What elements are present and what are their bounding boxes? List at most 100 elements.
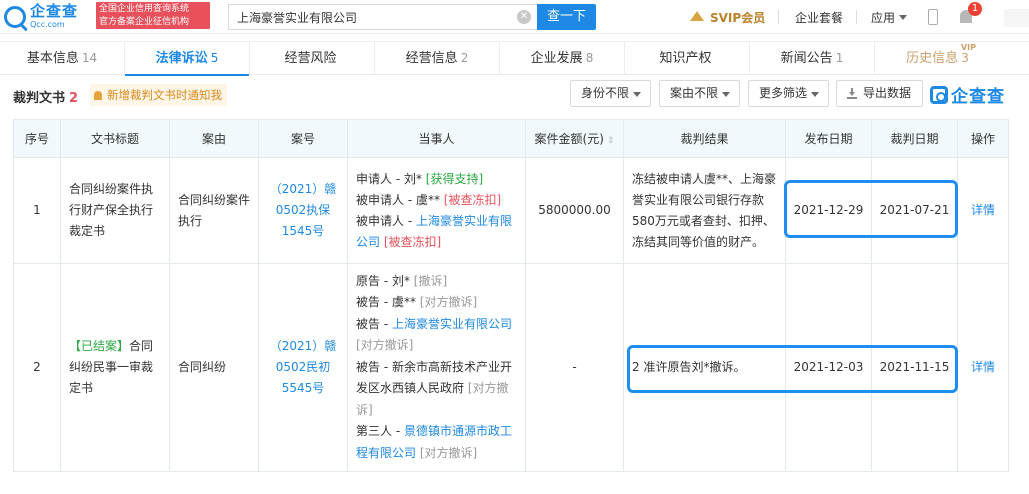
tab-count: 8 [585, 51, 594, 65]
col-header: 序号 [13, 119, 61, 158]
top-bar: 企查查 Qcc.com 全国企业信用查询系统 官方备案企业征信机构 ✕ 查一下 … [0, 0, 1029, 34]
logo-icon [4, 5, 26, 28]
table-row: 1 合同纠纷案件执行财产保全执行裁定书 合同纠纷案件执行 （2021）赣0502… [13, 157, 1009, 264]
divider [778, 10, 779, 24]
judgment-result: 冻结被申请人虞**、上海豪誉实业有限公司银行存款580万元或者查封、扣押、冻结其… [623, 157, 786, 264]
party-role: 被告 - [356, 316, 392, 331]
svip-link[interactable]: SVIP会员 [690, 0, 765, 34]
package-link[interactable]: 企业套餐 [795, 0, 843, 34]
tab-history[interactable]: 历史信息 3 VIP [875, 42, 1000, 75]
clear-icon[interactable]: ✕ [517, 10, 531, 24]
phone-icon[interactable] [928, 9, 938, 25]
tab-business-info[interactable]: 经营信息 2 [375, 42, 500, 75]
filter-label: 更多筛选 [759, 86, 808, 100]
search-button[interactable]: 查一下 [537, 4, 596, 30]
divider [856, 10, 857, 24]
tab-label: 历史信息 [906, 51, 959, 66]
export-label: 导出数据 [863, 86, 912, 100]
col-header: 裁判结果 [623, 119, 786, 158]
col-header: 裁判日期 [871, 119, 958, 158]
party: 被告 - 上海豪誉实业有限公司 [对方撤诉] [356, 314, 517, 357]
app-menu[interactable]: 应用 [871, 0, 908, 34]
crown-icon [690, 11, 704, 21]
judge-date: 2021-07-21 [871, 157, 958, 264]
parties-cell: 申请人 - 刘* [获得支持] 被申请人 - 虞** [被查冻扣] 被申请人 -… [347, 157, 526, 264]
table-row: 2 【已结案】合同纠纷民事一审裁定书 合同纠纷 （2021）赣0502民初554… [13, 263, 1009, 472]
judge-date: 2021-11-15 [871, 263, 958, 472]
search-input[interactable] [229, 5, 509, 29]
col-header: 当事人 [347, 119, 526, 158]
party: 原告 - 刘* [撤诉] [356, 271, 517, 293]
party-role: 被申请人 - [356, 213, 416, 228]
tab-label: 企业发展 [530, 51, 583, 66]
tab-label: 知识产权 [659, 51, 712, 66]
tagline-line-1: 全国企业信用查询系统 [99, 4, 190, 14]
logo-domain: Qcc.com [30, 20, 65, 29]
section-title-text: 裁判文书 [13, 91, 66, 106]
party: 第三人 - 景德镇市通源市政工程有限公司 [对方撤诉] [356, 421, 517, 464]
tab-legal[interactable]: 法律诉讼 5 [125, 42, 250, 76]
detail-link[interactable]: 详情 [957, 157, 1009, 264]
party: 申请人 - 刘* [获得支持] [356, 169, 517, 190]
svip-label: SVIP会员 [710, 10, 766, 25]
tab-label: 经营信息 [405, 51, 458, 66]
party-tag: [对方撤诉] [419, 445, 478, 460]
tab-count: 14 [81, 51, 98, 65]
tab-news[interactable]: 新闻公告 1 [750, 42, 875, 75]
tab-basic-info[interactable]: 基本信息 14 [0, 42, 125, 75]
section-title: 裁判文书 2 [13, 87, 78, 106]
chevron-down-icon [722, 92, 730, 97]
publish-date: 2021-12-29 [785, 157, 872, 264]
party-tag: [对方撤诉] [419, 295, 478, 310]
tab-ip[interactable]: 知识产权 [625, 42, 750, 75]
chevron-down-icon [811, 92, 819, 97]
publish-date: 2021-12-03 [785, 263, 872, 472]
watermark-logo: 企查查 [930, 82, 1005, 107]
judgment-result: 2 准许原告刘*撤诉。 [623, 263, 786, 472]
party: 被申请人 - 上海豪誉实业有限公司 [被查冻扣] [356, 211, 517, 253]
party-tag: [获得支持] [425, 171, 484, 186]
col-header-amount[interactable]: 案件金额(元) ⇕ [525, 119, 624, 158]
case-number[interactable]: （2021）赣0502执保1545号 [258, 157, 348, 264]
doc-title[interactable]: 【已结案】合同纠纷民事一审裁定书 [60, 263, 170, 472]
tab-label: 新闻公告 [780, 51, 833, 66]
search-box: ✕ [228, 4, 537, 30]
party-tag: [对方撤诉] [356, 338, 414, 353]
detail-link[interactable]: 详情 [957, 263, 1009, 472]
col-header: 操作 [957, 119, 1009, 158]
row-index: 2 [13, 263, 61, 472]
filter-identity[interactable]: 身份不限 [570, 80, 651, 107]
export-button[interactable]: 导出数据 [836, 80, 923, 107]
parties-cell: 原告 - 刘* [撤诉] 被告 - 虞** [对方撤诉] 被告 - 上海豪誉实业… [347, 263, 526, 472]
col-header: 案号 [258, 119, 348, 158]
tab-operating-risk[interactable]: 经营风险 [250, 42, 375, 75]
party-company-link[interactable]: 上海豪誉实业有限公司 [392, 317, 512, 331]
party-role: 被申请人 - 虞** [356, 192, 440, 207]
party-tag: [撤诉] [413, 273, 448, 288]
case-cause: 合同纠纷 [169, 263, 259, 472]
col-header: 发布日期 [785, 119, 872, 158]
tagline-badge: 全国企业信用查询系统 官方备案企业征信机构 [96, 2, 210, 29]
sort-icon: ⇕ [606, 136, 615, 146]
case-amount: - [525, 263, 624, 472]
logo-text: 企查查 [30, 2, 79, 20]
table-header-row: 序号 文书标题 案由 案号 当事人 案件金额(元) ⇕ 裁判结果 发布日期 裁判日… [13, 119, 1009, 158]
app-label: 应用 [871, 10, 896, 25]
avatar[interactable] [1004, 9, 1029, 27]
col-header: 案由 [169, 119, 259, 158]
doc-title[interactable]: 合同纠纷案件执行财产保全执行裁定书 [60, 157, 170, 264]
party: 被告 - 新余市高新技术产业开发区水西镇人民政府 [对方撤诉] [356, 357, 517, 422]
col-header-label: 案件金额(元) [534, 132, 604, 146]
tab-count: 3 [961, 51, 969, 65]
logo[interactable]: 企查查 Qcc.com [4, 4, 78, 29]
notify-button[interactable]: 新增裁判文书时通知我 [90, 84, 227, 106]
judgment-table: 序号 文书标题 案由 案号 当事人 案件金额(元) ⇕ 裁判结果 发布日期 裁判日… [13, 119, 1009, 472]
party: 被申请人 - 虞** [被查冻扣] [356, 190, 517, 211]
notify-label: 新增裁判文书时通知我 [107, 88, 222, 102]
case-number[interactable]: （2021）赣0502民初5545号 [258, 263, 348, 472]
tab-label: 基本信息 [26, 51, 79, 66]
party-tag: [被查冻扣] [383, 234, 442, 249]
filter-more[interactable]: 更多筛选 [748, 80, 829, 107]
filter-case[interactable]: 案由不限 [659, 80, 740, 107]
tab-development[interactable]: 企业发展 8 [500, 42, 625, 75]
